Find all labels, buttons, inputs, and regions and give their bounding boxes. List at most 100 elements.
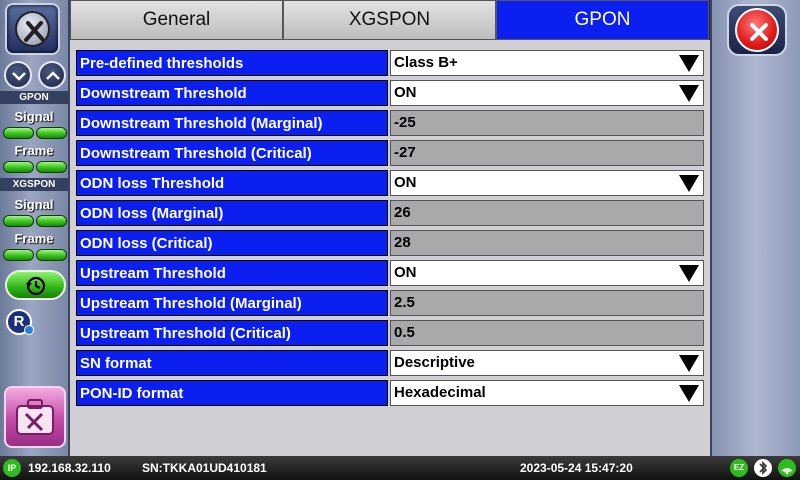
home-logo-button[interactable] bbox=[5, 3, 60, 55]
setting-value-field[interactable]: 28 bbox=[390, 230, 704, 256]
setting-label: Downstream Threshold (Critical) bbox=[76, 140, 388, 166]
gpon-section-title: GPON bbox=[0, 91, 68, 104]
setting-value: -27 bbox=[394, 144, 416, 161]
chevron-up-icon bbox=[46, 71, 60, 80]
settings-row: Upstream Threshold (Marginal) 2.5 bbox=[76, 288, 704, 318]
setting-value-field[interactable]: 2.5 bbox=[390, 290, 704, 316]
setting-dropdown[interactable]: ON bbox=[390, 80, 704, 106]
close-disc bbox=[735, 8, 779, 52]
setting-label: Upstream Threshold (Critical) bbox=[76, 320, 388, 346]
chevron-down-icon bbox=[12, 72, 26, 81]
ez-icon[interactable]: EZ bbox=[730, 459, 748, 477]
setting-label: Downstream Threshold (Marginal) bbox=[76, 110, 388, 136]
history-clock-icon bbox=[26, 276, 46, 296]
bluetooth-icon[interactable] bbox=[754, 459, 772, 477]
remote-r-icon[interactable]: R bbox=[6, 309, 34, 335]
tab-bar: General XGSPON GPON bbox=[70, 0, 710, 40]
setting-label: Upstream Threshold bbox=[76, 260, 388, 286]
settings-row: ODN loss Threshold ON bbox=[76, 168, 704, 198]
setting-label: Downstream Threshold bbox=[76, 80, 388, 106]
ip-address: 192.168.32.110 bbox=[28, 461, 111, 475]
setting-value: 26 bbox=[394, 204, 411, 221]
setting-value: 0.5 bbox=[394, 324, 415, 341]
gpon-frame-leds bbox=[3, 161, 67, 175]
gpon-frame-label: Frame bbox=[14, 143, 54, 158]
setting-value-field[interactable]: 26 bbox=[390, 200, 704, 226]
led-indicator bbox=[3, 249, 34, 261]
setting-value: ON bbox=[394, 264, 417, 281]
led-indicator bbox=[36, 127, 67, 139]
status-bar: IP 192.168.32.110 SN:TKKA01UD410181 2023… bbox=[0, 456, 800, 480]
setting-value: Class B+ bbox=[394, 54, 458, 71]
setting-dropdown[interactable]: ON bbox=[390, 260, 704, 286]
xgspon-frame-leds bbox=[3, 249, 67, 263]
led-indicator bbox=[3, 215, 34, 227]
setting-label: ODN loss (Critical) bbox=[76, 230, 388, 256]
settings-table: Pre-defined thresholds Class B+ Downstream… bbox=[76, 48, 704, 408]
content-area: Pre-defined thresholds Class B+ Downstream… bbox=[70, 40, 710, 456]
wifi-icon[interactable] bbox=[778, 459, 796, 477]
setting-value-field[interactable]: 0.5 bbox=[390, 320, 704, 346]
gpon-signal-leds bbox=[3, 127, 67, 141]
setting-label: ODN loss Threshold bbox=[76, 170, 388, 196]
settings-row: SN format Descriptive bbox=[76, 348, 704, 378]
setting-dropdown[interactable]: ON bbox=[390, 170, 704, 196]
remote-status-dot bbox=[24, 325, 34, 335]
led-indicator bbox=[36, 161, 67, 173]
led-indicator bbox=[36, 215, 67, 227]
left-sidebar: GPON Signal Frame XGSPON Signal Frame R bbox=[0, 0, 70, 456]
xgspon-frame-label: Frame bbox=[14, 231, 54, 246]
ip-icon: IP bbox=[3, 459, 21, 477]
settings-row: Upstream Threshold (Critical) 0.5 bbox=[76, 318, 704, 348]
dropdown-arrow-icon bbox=[679, 265, 699, 282]
setting-value: ON bbox=[394, 174, 417, 191]
setting-value: 28 bbox=[394, 234, 411, 251]
led-indicator bbox=[36, 249, 67, 261]
serial-number: SN:TKKA01UD410181 bbox=[142, 461, 267, 475]
dropdown-arrow-icon bbox=[679, 385, 699, 402]
setting-label: Upstream Threshold (Marginal) bbox=[76, 290, 388, 316]
scroll-up-button[interactable] bbox=[38, 61, 66, 89]
setting-value: Hexadecimal bbox=[394, 384, 486, 401]
setting-value: ON bbox=[394, 84, 417, 101]
xgspon-signal-leds bbox=[3, 215, 67, 229]
dropdown-arrow-icon bbox=[679, 55, 699, 72]
right-panel bbox=[710, 0, 800, 456]
tab-general[interactable]: General bbox=[70, 0, 283, 40]
setting-value: -25 bbox=[394, 114, 416, 131]
setting-value-field[interactable]: -27 bbox=[390, 140, 704, 166]
toolbox-button[interactable] bbox=[4, 386, 66, 448]
setting-label: SN format bbox=[76, 350, 388, 376]
settings-row: ODN loss (Marginal) 26 bbox=[76, 198, 704, 228]
setting-value: 2.5 bbox=[394, 294, 415, 311]
setting-dropdown[interactable]: Descriptive bbox=[390, 350, 704, 376]
setting-dropdown[interactable]: Hexadecimal bbox=[390, 380, 704, 406]
toolbox-icon bbox=[16, 399, 54, 435]
settings-row: ODN loss (Critical) 28 bbox=[76, 228, 704, 258]
scroll-down-button[interactable] bbox=[4, 61, 32, 89]
tab-gpon[interactable]: GPON bbox=[496, 0, 709, 40]
close-button[interactable] bbox=[727, 4, 787, 56]
xgspon-signal-label: Signal bbox=[14, 197, 54, 212]
dropdown-arrow-icon bbox=[679, 355, 699, 372]
settings-row: PON-ID format Hexadecimal bbox=[76, 378, 704, 408]
tools-logo-icon bbox=[15, 11, 50, 47]
xgspon-section-title: XGSPON bbox=[0, 178, 68, 191]
settings-row: Downstream Threshold ON bbox=[76, 78, 704, 108]
setting-value: Descriptive bbox=[394, 354, 475, 371]
setting-label: Pre-defined thresholds bbox=[76, 50, 388, 76]
led-indicator bbox=[3, 161, 34, 173]
gpon-signal-label: Signal bbox=[14, 109, 54, 124]
dropdown-arrow-icon bbox=[679, 175, 699, 192]
history-button[interactable] bbox=[5, 270, 66, 300]
settings-row: Upstream Threshold ON bbox=[76, 258, 704, 288]
setting-dropdown[interactable]: Class B+ bbox=[390, 50, 704, 76]
settings-row: Downstream Threshold (Marginal) -25 bbox=[76, 108, 704, 138]
dropdown-arrow-icon bbox=[679, 85, 699, 102]
close-icon bbox=[750, 23, 768, 41]
setting-label: ODN loss (Marginal) bbox=[76, 200, 388, 226]
setting-value-field[interactable]: -25 bbox=[390, 110, 704, 136]
settings-row: Downstream Threshold (Critical) -27 bbox=[76, 138, 704, 168]
date-time: 2023-05-24 15:47:20 bbox=[520, 461, 633, 475]
tab-xgspon[interactable]: XGSPON bbox=[283, 0, 496, 40]
